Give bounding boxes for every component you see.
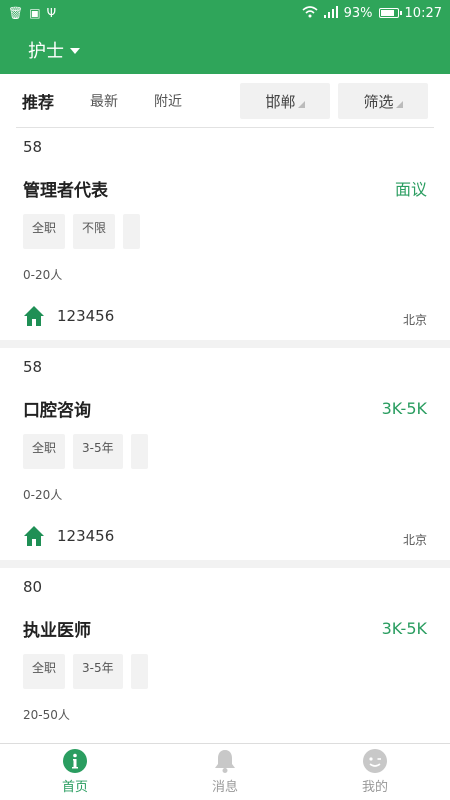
bell-icon: [215, 750, 235, 773]
job-tag-empty: [123, 214, 141, 249]
job-title: 管理者代表: [23, 180, 108, 201]
company-name: 123456: [57, 307, 115, 325]
filter-dropdown[interactable]: 筛选: [338, 83, 428, 119]
app-bar: 护士: [0, 26, 450, 74]
filter-dropdown-label: 筛选: [363, 92, 394, 111]
bottom-nav: 首页 消息 我的: [0, 743, 450, 800]
nav-mine[interactable]: 我的: [300, 744, 450, 800]
job-number: 58: [23, 138, 43, 156]
job-tag: 全职: [23, 214, 66, 249]
job-salary: 3K-5K: [381, 618, 427, 638]
nav-home[interactable]: 首页: [0, 744, 150, 800]
nav-mine-label: 我的: [361, 780, 388, 795]
job-city: 北京: [402, 532, 427, 547]
status-bar: 🗑 ▣ Ψ 93% 10:27: [0, 0, 450, 26]
job-list: 58 管理者代表 面议 全职 不限 0-20人 123456 北京 58 口腔咨…: [0, 128, 450, 744]
company-size: 0-20人: [23, 268, 63, 282]
nav-messages[interactable]: 消息: [150, 744, 300, 800]
wifi-icon: [302, 6, 318, 20]
trash-icon: 🗑: [8, 6, 24, 20]
corner-triangle-icon: [297, 100, 305, 108]
caret-down-icon: [70, 48, 80, 54]
battery-icon: [378, 8, 402, 18]
house-icon: [24, 526, 44, 546]
job-city: 北京: [402, 312, 427, 327]
job-card[interactable]: 80 执业医师 3K-5K 全职 3-5年 20-50人: [0, 568, 450, 744]
tab-recommend[interactable]: 推荐: [22, 89, 54, 113]
job-tag: 不限: [73, 214, 116, 249]
usb-icon: Ψ: [46, 6, 57, 20]
company-name: 123456: [57, 527, 115, 545]
job-tag-empty: [130, 654, 148, 689]
role-label: 护士: [28, 41, 64, 62]
job-salary: 3K-5K: [381, 398, 427, 418]
signal-icon: [323, 6, 338, 20]
job-card[interactable]: 58 口腔咨询 3K-5K 全职 3-5年 0-20人 123456 北京: [0, 348, 450, 560]
job-title: 执业医师: [23, 620, 91, 641]
job-title: 口腔咨询: [23, 400, 91, 421]
job-tag: 3-5年: [73, 434, 123, 469]
city-dropdown-label: 邯郸: [265, 92, 296, 111]
job-tag: 3-5年: [73, 654, 123, 689]
tab-nearby[interactable]: 附近: [154, 91, 182, 111]
house-icon: [24, 306, 44, 326]
tab-latest[interactable]: 最新: [90, 91, 118, 111]
job-tag: 全职: [23, 654, 66, 689]
corner-triangle-icon: [395, 100, 403, 108]
filter-bar: 推荐 最新 附近 邯郸 筛选: [0, 74, 450, 128]
home-info-icon: [63, 749, 87, 773]
nav-home-label: 首页: [61, 780, 88, 795]
face-icon: [363, 749, 387, 773]
job-number: 80: [23, 578, 43, 596]
job-card[interactable]: 58 管理者代表 面议 全职 不限 0-20人 123456 北京: [0, 128, 450, 340]
job-number: 58: [23, 358, 43, 376]
battery-percent: 93%: [343, 5, 373, 21]
clock: 10:27: [404, 5, 442, 21]
role-dropdown[interactable]: 护士: [28, 37, 80, 63]
company-size: 20-50人: [23, 708, 70, 722]
job-tag: 全职: [23, 434, 66, 469]
image-icon: ▣: [29, 6, 41, 20]
job-tag-empty: [130, 434, 148, 469]
company-size: 0-20人: [23, 488, 63, 502]
nav-messages-label: 消息: [211, 780, 238, 795]
job-salary: 面议: [394, 180, 427, 199]
city-dropdown[interactable]: 邯郸: [240, 83, 330, 119]
